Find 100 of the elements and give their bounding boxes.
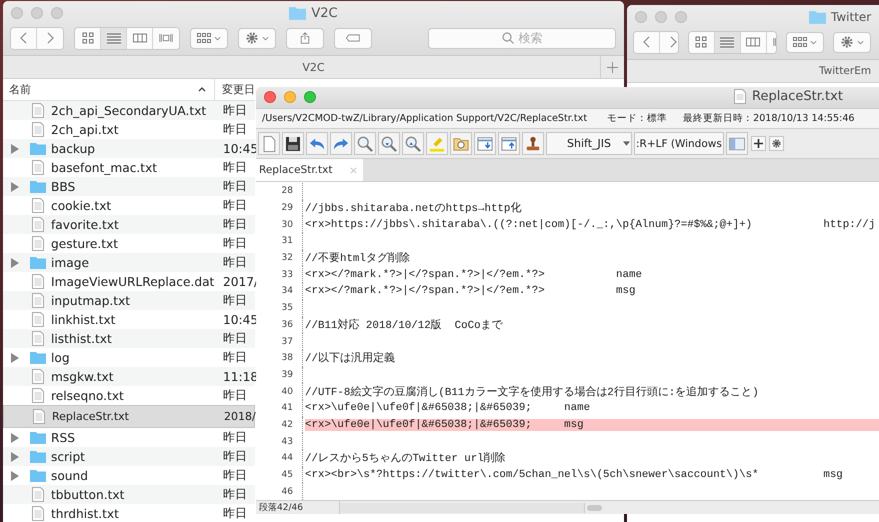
back-button[interactable]	[634, 32, 660, 52]
file-tab[interactable]: ReplaceStr.txt	[256, 159, 364, 181]
share-button[interactable]	[286, 28, 324, 48]
save-button[interactable]	[282, 132, 304, 155]
line-number: 33	[256, 266, 303, 284]
back-button[interactable]	[11, 28, 37, 48]
file-row[interactable]: sound 昨日	[3, 466, 255, 485]
file-row[interactable]: 2ch_api.txt 昨日	[3, 120, 255, 139]
file-row[interactable]: ReplaceStr.txt 2018/	[3, 405, 255, 428]
view-mode-switcher[interactable]	[74, 26, 180, 50]
file-row[interactable]: inputmap.txt 昨日	[3, 291, 255, 310]
columns-icon	[132, 32, 146, 44]
window-title: ReplaceStr.txt	[752, 89, 843, 104]
disclosure-triangle-icon[interactable]	[11, 144, 19, 154]
line-number: 36	[256, 316, 303, 334]
sidebar-panel-icon	[729, 136, 745, 152]
disclosure-triangle-icon[interactable]	[11, 182, 19, 192]
arrange-button[interactable]	[786, 32, 824, 52]
document-icon	[32, 331, 44, 346]
file-name: ImageViewURLReplace.dat	[51, 274, 216, 288]
file-name: favorite.txt	[51, 218, 120, 232]
line-number: 43	[256, 433, 303, 450]
folder-icon	[289, 6, 306, 20]
gear-icon	[245, 32, 259, 44]
folder-icon	[809, 10, 826, 24]
code-line: //jbbs.shitaraba.netのhttps→http化	[305, 201, 522, 216]
file-row[interactable]: relseqno.txt 昨日	[3, 386, 255, 405]
document-icon	[32, 293, 44, 308]
line-number: 42	[256, 416, 303, 434]
stamp-button[interactable]	[522, 132, 544, 155]
document-icon	[32, 487, 44, 502]
gear-button[interactable]	[238, 28, 276, 48]
document-icon	[32, 217, 44, 232]
column-view-button[interactable]	[740, 32, 767, 52]
file-row[interactable]: log 昨日	[3, 348, 255, 367]
folder-icon	[30, 450, 46, 463]
file-name: script	[51, 450, 86, 464]
file-row[interactable]: basefont_mac.txt 昨日	[3, 158, 255, 177]
file-row[interactable]: tbbutton.txt 昨日	[3, 485, 255, 504]
path-title: V2C	[302, 60, 325, 74]
search-button[interactable]	[354, 132, 376, 155]
find-previous-button[interactable]	[402, 132, 424, 155]
scrollbar-thumb[interactable]	[587, 504, 602, 510]
tag-icon	[346, 32, 360, 44]
modified-date: 昨日	[223, 486, 247, 503]
icon-view-button[interactable]	[688, 32, 715, 52]
disclosure-triangle-icon[interactable]	[11, 258, 19, 268]
undo-button[interactable]	[306, 132, 328, 155]
mode-label: モード：標準	[607, 112, 668, 125]
list-view-button[interactable]	[714, 32, 741, 52]
close-button[interactable]	[264, 91, 276, 103]
encoding-dropdown[interactable]: Shift_JIS	[546, 132, 632, 155]
caret-icon	[214, 36, 221, 40]
folder-magnifier-icon	[453, 136, 469, 152]
file-name: 2ch_api.txt	[51, 122, 120, 136]
icon-view-button[interactable]	[75, 28, 101, 48]
file-row[interactable]: backup 10:45	[3, 139, 255, 158]
highlighter-icon	[429, 136, 445, 152]
find-next-button[interactable]	[378, 132, 400, 155]
file-name: listhist.txt	[51, 332, 113, 346]
file-row[interactable]: cookie.txt 昨日	[3, 196, 255, 215]
stamp-icon	[525, 136, 541, 152]
file-row[interactable]: 2ch_api_SecondaryUA.txt 昨日	[3, 101, 255, 120]
zoom-button[interactable]	[304, 91, 316, 103]
line-number: 38	[256, 350, 303, 367]
import-button[interactable]	[474, 132, 496, 155]
document-icon	[734, 89, 746, 104]
document-icon	[32, 103, 44, 118]
file-row[interactable]: image 昨日	[3, 253, 255, 272]
panel-toggle-button[interactable]	[726, 132, 748, 155]
folder-search-button[interactable]	[450, 132, 472, 155]
tag-button[interactable]	[334, 28, 372, 48]
line-number: 44	[256, 450, 303, 467]
file-row[interactable]: BBS 昨日	[3, 177, 255, 196]
gear-button[interactable]	[833, 32, 871, 52]
export-button[interactable]	[498, 132, 520, 155]
file-name: backup	[51, 142, 96, 156]
code-line: //不要htmlタグ削除	[305, 251, 410, 266]
add-button[interactable]	[751, 136, 766, 151]
file-row[interactable]: RSS 昨日	[3, 428, 255, 447]
redo-button[interactable]	[330, 132, 352, 155]
file-name: basefont_mac.txt	[51, 160, 158, 174]
file-row[interactable]: listhist.txt 昨日	[3, 329, 255, 348]
document-icon	[32, 274, 44, 289]
minimize-button[interactable]	[284, 91, 296, 103]
file-name: tbbutton.txt	[51, 488, 126, 502]
file-row[interactable]: favorite.txt 昨日	[3, 215, 255, 234]
file-row[interactable]: gesture.txt 昨日	[3, 234, 255, 253]
list-view-button[interactable]	[101, 28, 127, 48]
view-mode-switcher[interactable]	[688, 30, 777, 54]
file-row[interactable]: thrdhist.txt 昨日	[3, 504, 255, 522]
code-line: //B11対応 2018/10/12版 CoCoまで	[305, 318, 503, 332]
arrange-button[interactable]	[190, 28, 228, 48]
file-row[interactable]: script 昨日	[3, 447, 255, 466]
horizontal-scrollbar[interactable]	[340, 502, 585, 512]
line-number: 35	[256, 300, 303, 316]
disclosure-triangle-icon[interactable]	[11, 352, 19, 362]
settings-button[interactable]	[769, 136, 784, 151]
line-ending-dropdown[interactable]: :R+LF (Windows	[634, 132, 724, 155]
document-icon	[32, 312, 44, 327]
